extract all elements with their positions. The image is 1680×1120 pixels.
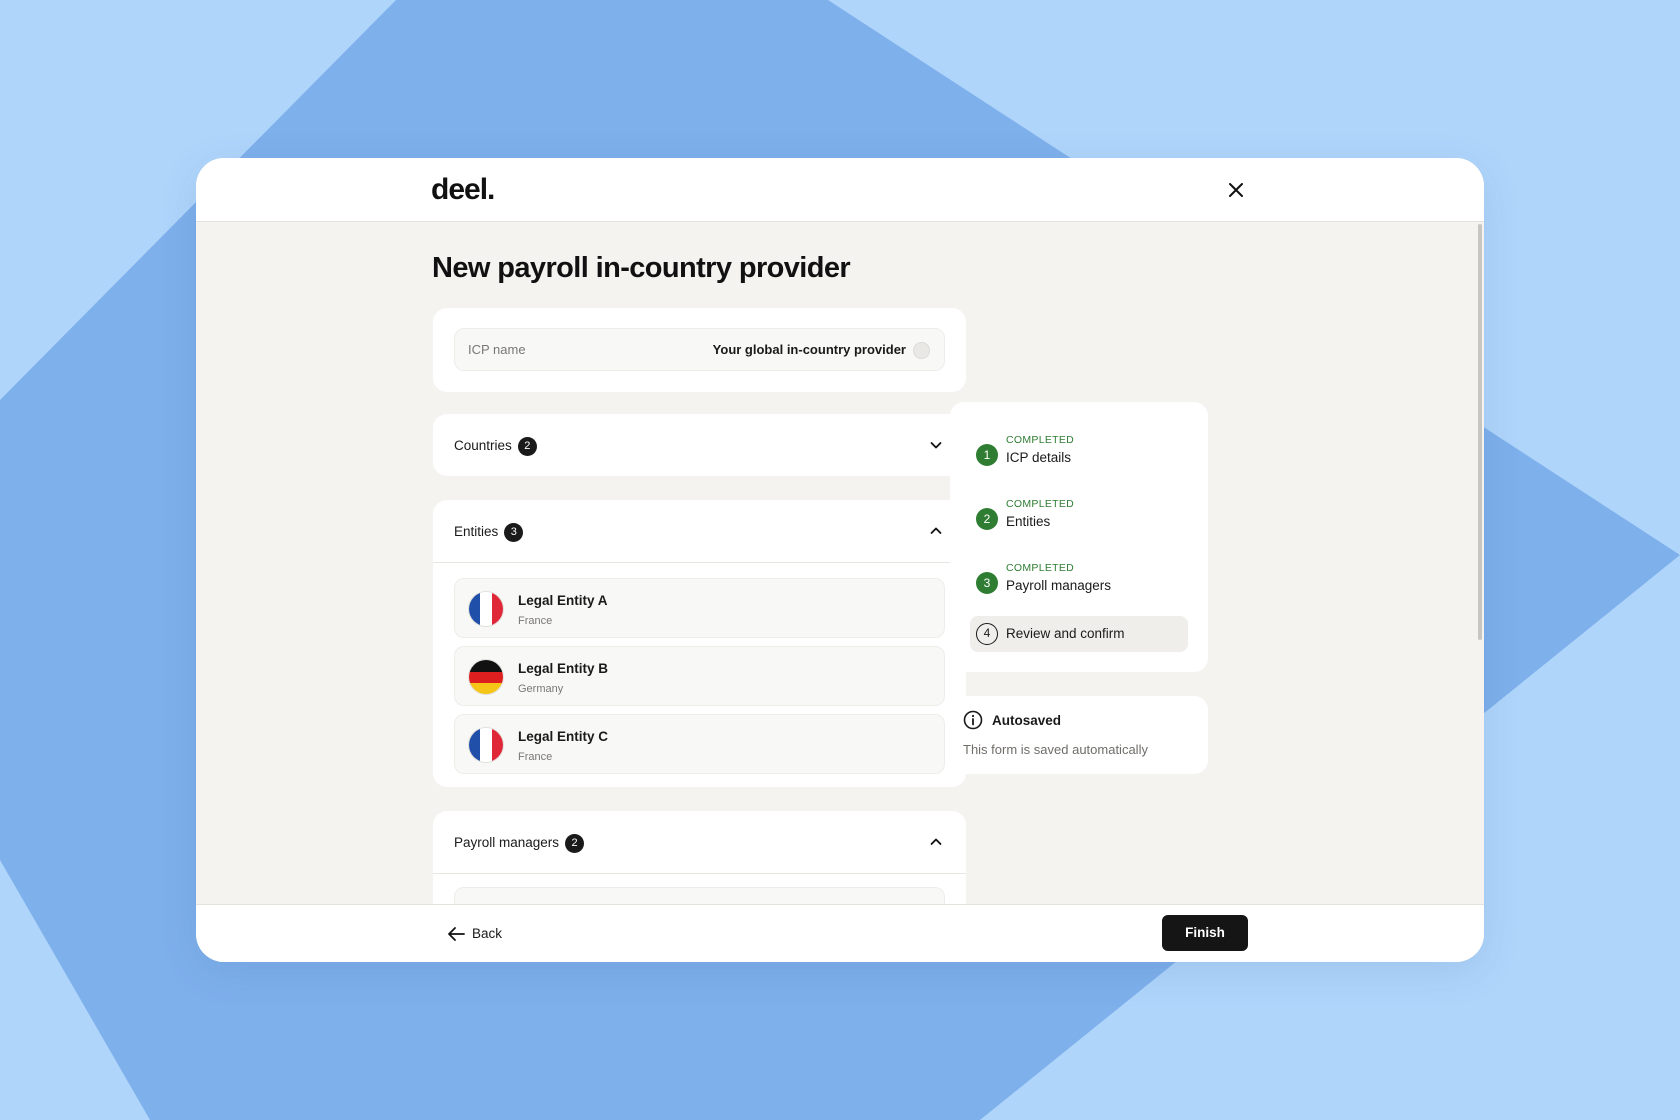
step-number: 2	[976, 508, 998, 530]
clear-icon[interactable]	[913, 342, 930, 359]
list-item[interactable]: Legal Entity C France	[454, 714, 945, 774]
countries-count-badge: 2	[517, 437, 537, 456]
france-flag-icon	[468, 727, 504, 763]
close-icon	[1229, 183, 1243, 197]
entity-country: France	[518, 615, 553, 627]
entities-section: Entities 3 Legal Entity A France Legal E…	[433, 500, 966, 787]
step-label: Payroll managers	[1006, 578, 1112, 593]
app-window: deel. New payroll in-country provider IC…	[196, 158, 1484, 962]
france-flag-icon	[468, 591, 504, 627]
page-title: New payroll in-country provider	[432, 252, 851, 284]
entity-name: Legal Entity B	[518, 661, 609, 676]
finish-button[interactable]: Finish	[1162, 915, 1248, 951]
step-label: Entities	[1006, 514, 1051, 529]
germany-flag-icon	[468, 659, 504, 695]
countries-label: Countries 2	[454, 437, 537, 456]
autosave-title: Autosaved	[992, 713, 1062, 728]
entities-label: Entities 3	[454, 523, 524, 542]
top-bar: deel.	[196, 158, 1484, 222]
divider	[433, 873, 966, 874]
step-label: Review and confirm	[1006, 626, 1125, 641]
step-status: COMPLETED	[1006, 434, 1075, 446]
chevron-down-icon[interactable]	[928, 437, 944, 453]
entity-country: Germany	[518, 683, 564, 695]
close-button[interactable]	[1224, 178, 1248, 202]
step-number: 3	[976, 572, 998, 594]
deel-logo: deel.	[431, 173, 495, 206]
chevron-up-icon[interactable]	[928, 523, 944, 539]
list-item[interactable]: Legal Entity A France	[454, 578, 945, 638]
back-label: Back	[472, 926, 503, 941]
step-label: ICP details	[1006, 450, 1072, 465]
entity-name: Legal Entity A	[518, 593, 608, 608]
arrow-left-icon	[448, 927, 465, 941]
countries-header[interactable]: Countries 2	[433, 414, 966, 476]
step-number: 1	[976, 444, 998, 466]
step-number: 4	[976, 623, 998, 645]
autosave-card: Autosaved This form is saved automatical…	[950, 696, 1208, 774]
info-icon	[963, 710, 983, 730]
entity-country: France	[518, 751, 553, 763]
step-status: COMPLETED	[1006, 498, 1075, 510]
step-status: COMPLETED	[1006, 562, 1075, 574]
chevron-up-icon[interactable]	[928, 834, 944, 850]
entity-name: Legal Entity C	[518, 729, 609, 744]
payroll-managers-header[interactable]: Payroll managers 2	[433, 811, 966, 873]
progress-steps: 1 COMPLETED ICP details 2 COMPLETED Enti…	[950, 402, 1208, 672]
icp-name-field[interactable]: ICP name Your global in-country provider	[454, 328, 945, 371]
list-item[interactable]: Legal Entity B Germany	[454, 646, 945, 706]
step-review-and-confirm[interactable]: 4 Review and confirm	[970, 616, 1188, 652]
entities-header[interactable]: Entities 3	[433, 500, 966, 562]
scrollbar[interactable]	[1478, 224, 1482, 640]
icp-name-label: ICP name	[468, 342, 526, 357]
entities-count-badge: 3	[504, 523, 524, 542]
icp-name-value: Your global in-country provider	[712, 342, 906, 357]
icp-card: ICP name Your global in-country provider	[433, 308, 966, 392]
divider	[433, 562, 966, 563]
payroll-managers-label: Payroll managers 2	[454, 834, 585, 853]
payroll-managers-count-badge: 2	[565, 834, 585, 853]
bottom-bar: Back Finish	[196, 904, 1484, 962]
autosave-description: This form is saved automatically	[963, 742, 1148, 757]
countries-section[interactable]: Countries 2	[433, 414, 966, 476]
